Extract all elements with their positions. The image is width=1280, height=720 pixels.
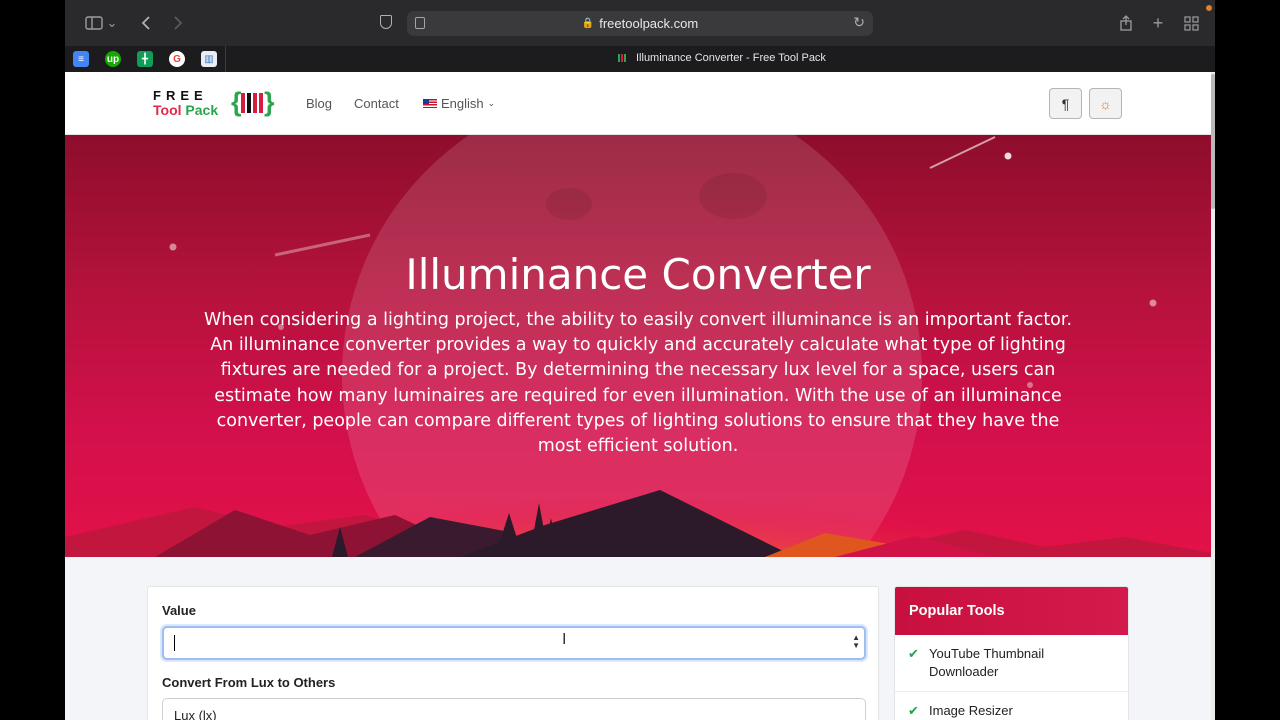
google-icon[interactable]: G: [169, 51, 185, 67]
popular-tool-item[interactable]: ✔ YouTube Thumbnail Downloader: [895, 635, 1128, 692]
hero-banner: Illuminance Converter When considering a…: [65, 135, 1211, 557]
privacy-shield-icon[interactable]: [380, 15, 392, 29]
check-icon: ✔: [908, 646, 919, 661]
web-page: FREE Tool Pack { } Blog Contact English …: [65, 72, 1211, 720]
favorites-divider: [225, 46, 226, 72]
sun-icon: ☼: [1099, 95, 1112, 112]
theme-toggle-button[interactable]: ☼: [1089, 88, 1122, 119]
hero-description: When considering a lighting project, the…: [203, 310, 1073, 457]
tab-title-text: Illuminance Converter - Free Tool Pack: [636, 52, 826, 64]
tab-bar: ≡ up ╋ G ▥ Illuminance Converter - Free …: [65, 46, 1215, 72]
sidebar-toggle-icon[interactable]: [83, 12, 105, 34]
logo-pack-word: Pack: [185, 102, 219, 118]
tab-favicon-icon: [618, 54, 630, 62]
us-flag-icon: [423, 99, 437, 108]
popular-tool-label: YouTube Thumbnail Downloader: [929, 646, 1045, 679]
browser-toolbar: ⌄ 🔒 freetoolpack.com ↻ +: [65, 0, 1215, 46]
reader-mode-icon[interactable]: [415, 17, 425, 29]
chevron-down-icon[interactable]: ⌄: [105, 12, 119, 34]
page-title: Illuminance Converter: [405, 250, 871, 299]
logo-tool-word: Tool: [153, 102, 182, 118]
language-label: English: [441, 96, 484, 111]
value-number-input[interactable]: I ▲ ▼: [162, 626, 866, 660]
logo-brace-left-icon: {: [231, 87, 242, 117]
lock-icon: 🔒: [581, 18, 595, 29]
back-arrow-icon[interactable]: [135, 12, 157, 34]
popular-tool-item[interactable]: ✔ Image Resizer: [895, 692, 1128, 720]
docs-icon[interactable]: ≡: [73, 51, 89, 67]
address-bar[interactable]: 🔒 freetoolpack.com ↻: [407, 11, 873, 36]
number-spinner-icon[interactable]: ▲ ▼: [852, 634, 860, 650]
reload-icon[interactable]: ↻: [853, 14, 865, 31]
logo-brace-right-icon: }: [264, 87, 275, 117]
url-text: freetoolpack.com: [599, 16, 699, 31]
popular-tools-title: Popular Tools: [895, 587, 1128, 635]
nav-link-blog[interactable]: Blog: [306, 96, 332, 111]
site-navbar: FREE Tool Pack { } Blog Contact English …: [65, 72, 1211, 135]
scrollbar-thumb[interactable]: [1211, 74, 1215, 209]
active-tab[interactable]: Illuminance Converter - Free Tool Pack: [618, 52, 826, 64]
tab-overview-icon[interactable]: [1180, 12, 1202, 34]
logo-books-icon: [241, 93, 263, 113]
unit-select-value: Lux (lx): [174, 708, 217, 720]
converter-card: Value I ▲ ▼ Convert From Lux to Others Lu…: [147, 586, 879, 720]
text-caret: [174, 635, 175, 651]
logo-toolpack-text: Tool Pack: [153, 102, 218, 118]
sheets-icon[interactable]: ╋: [137, 51, 153, 67]
browser-window-chrome: ⌄ 🔒 freetoolpack.com ↻ + ≡ up ╋ G ▥ Illu…: [65, 0, 1215, 72]
nav-link-contact[interactable]: Contact: [354, 96, 399, 111]
ibeam-cursor-icon: I: [562, 631, 567, 648]
popular-tool-label: Image Resizer: [929, 703, 1013, 718]
chart-icon[interactable]: ▥: [201, 51, 217, 67]
unit-select[interactable]: Lux (lx): [162, 698, 866, 720]
upwork-icon[interactable]: up: [105, 51, 121, 67]
language-dropdown[interactable]: English ⌄: [423, 96, 495, 111]
page-scrollbar[interactable]: [1211, 72, 1215, 720]
chevron-down-icon: ⌄: [487, 98, 496, 108]
new-tab-plus-icon[interactable]: +: [1147, 12, 1169, 34]
upwork-favicon-text: up: [106, 53, 120, 65]
logo-free-text: FREE: [153, 88, 208, 103]
camera-indicator-dot: [1206, 5, 1212, 11]
share-icon[interactable]: [1115, 12, 1137, 34]
forward-arrow-icon[interactable]: [167, 12, 189, 34]
value-label: Value: [162, 603, 196, 618]
rtl-toggle-button[interactable]: ¶: [1049, 88, 1082, 119]
popular-tools-panel: Popular Tools ✔ YouTube Thumbnail Downlo…: [894, 586, 1129, 720]
convert-from-label: Convert From Lux to Others: [162, 675, 336, 690]
check-icon: ✔: [908, 703, 919, 718]
site-logo[interactable]: FREE Tool Pack { }: [153, 88, 275, 120]
paragraph-direction-icon: ¶: [1061, 95, 1070, 112]
